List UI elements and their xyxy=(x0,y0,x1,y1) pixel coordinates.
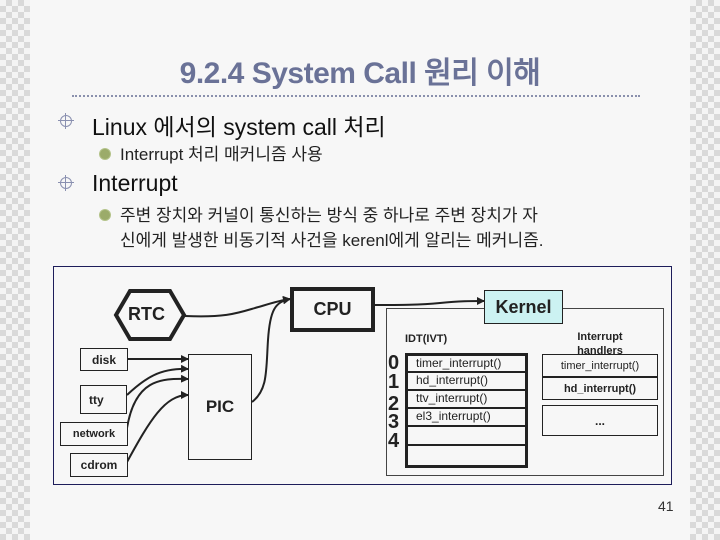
device-disk: disk xyxy=(80,348,128,371)
idt-row: hd_interrupt() xyxy=(408,373,525,391)
handler-label: timer_interrupt() xyxy=(560,359,640,372)
green-sun-bullet-icon xyxy=(100,149,110,159)
idt-index: 2 xyxy=(388,393,400,415)
device-label: network xyxy=(72,428,116,440)
title-divider xyxy=(72,95,640,97)
bullet-text: Linux 에서의 system call 처리 xyxy=(92,114,386,140)
page-number: 41 xyxy=(658,498,674,514)
idt-row: ttv_interrupt() xyxy=(408,391,525,409)
idt-index: 3 xyxy=(388,411,400,433)
bullet-text-line-1: 주변 장치와 커널이 통신하는 방식 중 하나로 주변 장치가 자 xyxy=(120,206,538,225)
kernel-label: Kernel xyxy=(495,296,552,317)
slide-title: 9.2.4 System Call 원리 이해 xyxy=(179,57,541,90)
device-label: cdrom xyxy=(80,458,118,472)
idt-index: 1 xyxy=(388,371,400,393)
pic-box: PIC xyxy=(188,354,252,460)
idt-entry: timer_interrupt() xyxy=(416,356,502,370)
idt-row: timer_interrupt() xyxy=(408,356,525,373)
kernel-box: Kernel xyxy=(484,290,563,324)
crosshair-circle-icon xyxy=(58,113,74,129)
device-label: disk xyxy=(91,352,116,367)
idt-index: 4 xyxy=(388,430,400,452)
idt-index: 0 xyxy=(388,352,400,374)
bullet-text-line-2: 신에게 발생한 비동기적 사건을 kerenl에게 알리는 메커니즘. xyxy=(120,231,544,250)
cpu-box: CPU xyxy=(290,287,375,332)
idt-row xyxy=(408,427,525,446)
crosshair-circle-icon xyxy=(58,175,74,191)
idt-entry: ttv_interrupt() xyxy=(416,391,488,405)
idt-table: timer_interrupt() hd_interrupt() ttv_int… xyxy=(405,353,528,468)
handler-label: ... xyxy=(594,413,605,428)
rtc-label: RTC xyxy=(128,304,165,324)
device-label: tty xyxy=(89,392,104,407)
handler-timer: timer_interrupt() xyxy=(542,354,658,377)
idt-entry: el3_interrupt() xyxy=(416,409,491,423)
device-network: network xyxy=(60,422,128,446)
cpu-label: CPU xyxy=(313,299,352,319)
bullet-text: Interrupt xyxy=(92,170,178,196)
pic-label: PIC xyxy=(205,397,235,416)
device-cdrom: cdrom xyxy=(70,453,128,477)
green-sun-bullet-icon xyxy=(100,210,110,220)
handlers-label-line-1: Interrupt xyxy=(577,331,623,343)
handler-more: ... xyxy=(542,405,658,436)
device-tty: tty xyxy=(80,385,127,414)
idt-row: el3_interrupt() xyxy=(408,409,525,427)
idt-row xyxy=(408,446,525,462)
handler-hd: hd_interrupt() xyxy=(542,377,658,400)
handler-label: hd_interrupt() xyxy=(563,382,637,395)
idt-label: IDT(IVT) xyxy=(405,333,448,345)
bullet-text: Interrupt 처리 매커니즘 사용 xyxy=(120,145,323,164)
idt-entry: hd_interrupt() xyxy=(416,373,489,387)
